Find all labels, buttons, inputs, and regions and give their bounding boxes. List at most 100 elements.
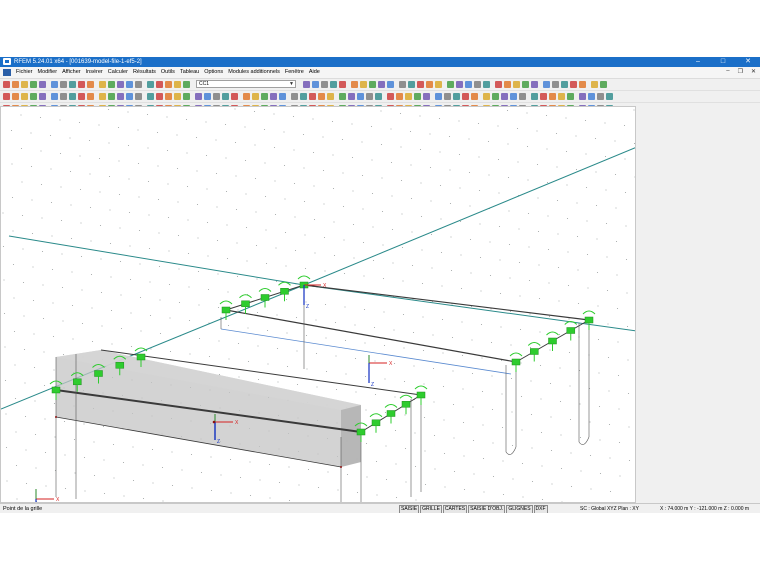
support-hinge[interactable] [369,413,383,433]
tool-button-icon[interactable] [462,93,469,100]
member-top-front[interactable] [225,309,517,363]
tool-button-icon[interactable] [426,81,433,88]
tool-button-icon[interactable] [156,93,163,100]
tool-button-icon[interactable] [21,93,28,100]
tool-button-icon[interactable] [165,93,172,100]
tool-button-icon[interactable] [213,93,220,100]
node[interactable] [212,420,216,424]
tool-button-icon[interactable] [309,93,316,100]
tool-button-icon[interactable] [447,81,454,88]
tool-button-icon[interactable] [423,93,430,100]
toggle-saisie[interactable]: SAISIE [399,505,420,513]
tool-button-icon[interactable] [147,93,154,100]
tool-button-icon[interactable] [339,81,346,88]
tool-button-icon[interactable] [417,81,424,88]
tool-button-icon[interactable] [492,93,499,100]
tool-button-icon[interactable] [495,81,502,88]
tool-button-icon[interactable] [108,81,115,88]
tool-button-icon[interactable] [465,81,472,88]
tool-button-icon[interactable] [300,93,307,100]
tool-button-icon[interactable] [99,81,106,88]
tool-button-icon[interactable] [147,81,154,88]
tool-button-icon[interactable] [330,81,337,88]
tool-button-icon[interactable] [231,93,238,100]
tool-button-icon[interactable] [69,93,76,100]
tool-button-icon[interactable] [519,93,526,100]
tool-button-icon[interactable] [501,93,508,100]
tool-button-icon[interactable] [510,93,517,100]
tool-button-icon[interactable] [327,93,334,100]
tool-button-icon[interactable] [135,81,142,88]
tool-button-icon[interactable] [312,81,319,88]
tool-button-icon[interactable] [174,81,181,88]
tool-button-icon[interactable] [39,93,46,100]
support-hinge[interactable] [509,352,523,372]
support-hinge[interactable] [399,394,413,415]
load-case-select[interactable]: CC1 ▼ [196,80,296,88]
tool-button-icon[interactable] [570,81,577,88]
support-hinge[interactable] [546,331,559,351]
model-viewport[interactable]: X Z X Z X Z X [0,106,636,503]
tool-button-icon[interactable] [591,81,598,88]
menu-outils[interactable]: Outils [161,69,175,76]
tool-button-icon[interactable] [378,81,385,88]
tool-button-icon[interactable] [321,81,328,88]
menu-aide[interactable]: Aide [309,69,320,76]
tool-button-icon[interactable] [549,93,556,100]
tool-button-icon[interactable] [483,81,490,88]
tool-button-icon[interactable] [183,81,190,88]
tool-button-icon[interactable] [156,81,163,88]
tool-button-icon[interactable] [453,93,460,100]
member-top-back[interactable] [303,284,590,321]
support-hinge[interactable] [278,281,291,302]
support-hinge[interactable] [219,300,233,320]
menu-fenetre[interactable]: Fenêtre [285,69,304,76]
tool-button-icon[interactable] [3,93,10,100]
tool-button-icon[interactable] [552,81,559,88]
tool-button-icon[interactable] [579,93,586,100]
tool-button-icon[interactable] [357,93,364,100]
tool-button-icon[interactable] [60,81,67,88]
tool-button-icon[interactable] [588,93,595,100]
tool-button-icon[interactable] [387,81,394,88]
menu-calculer[interactable]: Calculer [108,69,128,76]
menu-inserer[interactable]: Insérer [86,69,103,76]
doc-minimize-button[interactable]: – [726,68,729,75]
tool-button-icon[interactable] [69,81,76,88]
tool-button-icon[interactable] [222,93,229,100]
tool-button-icon[interactable] [30,81,37,88]
node[interactable] [55,416,57,418]
toggle-glignes[interactable]: GLIGNES [506,505,533,513]
menu-resultats[interactable]: Résultats [133,69,156,76]
tool-button-icon[interactable] [471,93,478,100]
tool-button-icon[interactable] [567,93,574,100]
tool-button-icon[interactable] [543,81,550,88]
tool-button-icon[interactable] [339,93,346,100]
tool-button-icon[interactable] [108,93,115,100]
support-hinge[interactable] [258,288,272,308]
tool-button-icon[interactable] [396,93,403,100]
tool-button-icon[interactable] [531,81,538,88]
tool-button-icon[interactable] [252,93,259,100]
menu-fichier[interactable]: Fichier [16,69,33,76]
toggle-dxf[interactable]: DXF [533,505,548,513]
menu-afficher[interactable]: Afficher [62,69,81,76]
minimize-button[interactable]: – [687,57,709,67]
support-hinge[interactable] [414,385,428,405]
menu-options[interactable]: Options [204,69,223,76]
tool-button-icon[interactable] [531,93,538,100]
tool-button-icon[interactable] [183,93,190,100]
tool-button-icon[interactable] [279,93,286,100]
doc-close-button[interactable]: ✕ [751,68,756,75]
tool-button-icon[interactable] [474,81,481,88]
tool-button-icon[interactable] [261,93,268,100]
tool-button-icon[interactable] [165,81,172,88]
tool-button-icon[interactable] [540,93,547,100]
tool-button-icon[interactable] [351,81,358,88]
tool-button-icon[interactable] [126,93,133,100]
tool-button-icon[interactable] [606,93,613,100]
tool-button-icon[interactable] [3,81,10,88]
tool-button-icon[interactable] [87,93,94,100]
maximize-button[interactable]: □ [712,57,734,67]
tool-button-icon[interactable] [204,93,211,100]
